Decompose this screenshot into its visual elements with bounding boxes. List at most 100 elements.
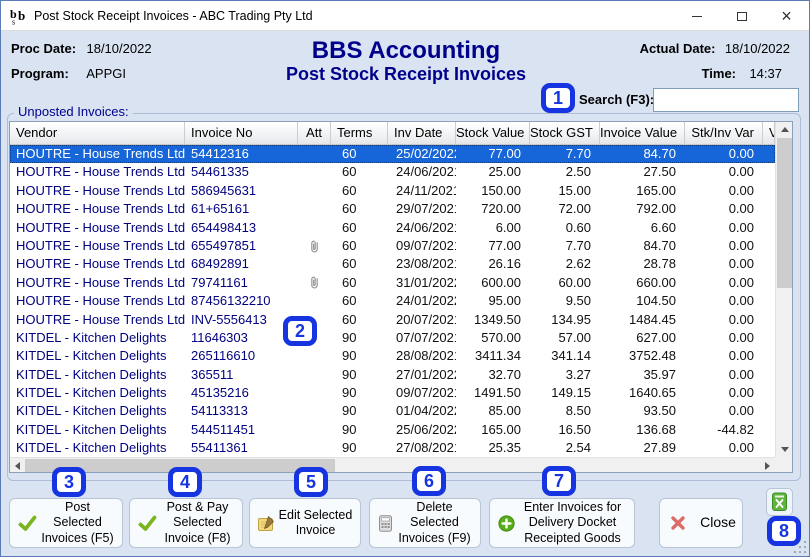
table-row[interactable]: HOUTRE - House Trends Ltd 654498413 60 24/0… <box>10 218 775 237</box>
vendor-cell: HOUTRE - House Trends Ltd <box>16 237 185 253</box>
table-row[interactable]: HOUTRE - House Trends Ltd 54412316 60 25/02… <box>10 145 775 164</box>
table-row[interactable]: KITDEL - Kitchen Delights 54113313 90 01/04… <box>10 402 775 421</box>
attachment-cell <box>298 163 331 181</box>
stock-value-cell: 26.16 <box>488 256 521 272</box>
attachment-cell <box>298 384 331 402</box>
column-header-invoice-value[interactable]: Invoice Value <box>600 122 685 145</box>
spacer-cell <box>763 292 775 310</box>
invoice-no-cell: 655497851 <box>191 237 257 253</box>
vendor-cell: KITDEL - Kitchen Delights <box>16 421 167 437</box>
stock-value-cell: 720.00 <box>481 201 521 217</box>
minimize-button[interactable] <box>674 1 719 31</box>
terms-cell: 60 <box>342 182 357 198</box>
table-row[interactable]: HOUTRE - House Trends Ltd 54461335 60 24/06… <box>10 163 775 182</box>
stock-value-cell: 6.00 <box>495 219 521 235</box>
stock-gst-cell: 72.00 <box>558 201 591 217</box>
stk-inv-var-cell: 0.00 <box>728 348 754 364</box>
stk-inv-var-cell: 0.00 <box>728 329 754 345</box>
column-header-terms[interactable]: Terms <box>331 122 388 145</box>
column-header-stock-value[interactable]: Stock Value <box>456 122 530 145</box>
export-excel-button[interactable] <box>766 488 793 516</box>
terms-cell: 90 <box>342 348 357 364</box>
column-header-invoice-no[interactable]: Invoice No <box>185 122 298 145</box>
spacer-cell <box>763 255 775 273</box>
app-title: BBS Accounting <box>311 37 501 64</box>
post-selected-invoices-button[interactable]: Post Selected Invoices (F5) <box>9 498 123 548</box>
table-row[interactable]: HOUTRE - House Trends Ltd INV-5556413 60 20… <box>10 310 775 329</box>
stock-gst-cell: 0.60 <box>565 219 591 235</box>
stock-gst-cell: 9.50 <box>565 293 591 309</box>
stk-inv-var-cell: 0.00 <box>728 403 754 419</box>
table-row[interactable]: KITDEL - Kitchen Delights 544511451 90 25/0… <box>10 420 775 440</box>
maximize-button[interactable] <box>719 1 764 31</box>
invoice-no-cell: 544511451 <box>191 421 256 437</box>
inv-date-cell: 09/07/2021 <box>396 385 456 401</box>
inv-date-cell: 24/11/2021 <box>396 182 456 198</box>
invoice-no-cell: 61+65161 <box>191 201 250 217</box>
inv-date-cell: 28/08/2021 <box>396 348 456 364</box>
table-row[interactable]: KITDEL - Kitchen Delights 45135216 90 09/07… <box>10 384 775 403</box>
program-label: Program: <box>11 66 69 81</box>
table-row[interactable]: HOUTRE - House Trends Ltd 61+65161 60 29/07… <box>10 200 775 219</box>
invoice-value-cell: 165.00 <box>636 182 676 198</box>
edit-selected-invoice-button[interactable]: Edit Selected Invoice <box>249 498 361 548</box>
scroll-up-button[interactable] <box>776 122 792 137</box>
enter-invoices-delivery-docket-button[interactable]: Enter Invoices for Delivery Docket Receipt… <box>489 498 635 548</box>
invoice-value-cell: 35.97 <box>643 366 676 382</box>
inv-date-cell: 31/01/2022 <box>396 274 456 290</box>
table-row[interactable]: HOUTRE - House Trends Ltd 79741161 60 31/01… <box>10 273 775 293</box>
close-button[interactable]: Close <box>659 498 743 548</box>
excel-icon <box>772 492 787 511</box>
table-row[interactable]: KITDEL - Kitchen Delights 11646303 90 07/07… <box>10 328 775 348</box>
table-row[interactable]: HOUTRE - House Trends Ltd 586945631 60 24/1… <box>10 181 775 201</box>
inv-date-cell: 24/01/2022 <box>396 293 456 309</box>
stock-value-cell: 95.00 <box>488 293 521 309</box>
vertical-scrollbar[interactable] <box>775 122 792 457</box>
table-row[interactable]: HOUTRE - House Trends Ltd 87456132210 60 24… <box>10 292 775 311</box>
spacer-cell <box>763 347 775 365</box>
close-window-button[interactable]: × <box>764 1 809 31</box>
scroll-down-button[interactable] <box>776 442 792 457</box>
column-header-inv-date[interactable]: Inv Date <box>388 122 456 145</box>
table-body: HOUTRE - House Trends Ltd 54412316 60 25/02… <box>10 145 775 457</box>
table-row[interactable]: HOUTRE - House Trends Ltd 68492891 60 23/08… <box>10 255 775 274</box>
column-header-att[interactable]: Att <box>298 122 331 145</box>
table-row[interactable]: KITDEL - Kitchen Delights 365511 90 27/01/2… <box>10 365 775 385</box>
vendor-cell: KITDEL - Kitchen Delights <box>16 366 167 382</box>
invoice-value-cell: 1484.45 <box>629 311 676 327</box>
paperclip-icon <box>311 277 318 289</box>
annotation-badge-4: 4 <box>168 467 202 497</box>
terms-cell: 90 <box>342 421 357 437</box>
inv-date-cell: 25/02/2022 <box>396 146 456 161</box>
delete-selected-invoices-button[interactable]: Delete Selected Invoices (F9) <box>369 498 481 548</box>
search-input[interactable] <box>653 88 799 112</box>
vertical-scroll-thumb[interactable] <box>777 138 792 288</box>
invoice-value-cell: 1640.65 <box>629 385 676 401</box>
scrollbar-corner <box>775 457 792 472</box>
column-header-vendor[interactable]: Vendor <box>10 122 185 145</box>
table-row[interactable]: KITDEL - Kitchen Delights 265116610 90 28/0… <box>10 347 775 366</box>
spacer-cell <box>763 163 775 181</box>
invoice-no-cell: 365511 <box>191 366 234 382</box>
column-header-stock-gst[interactable]: Stock GST <box>530 122 600 145</box>
svg-text:s: s <box>12 17 15 25</box>
column-header-va[interactable]: Va <box>763 122 775 145</box>
inv-date-cell: 27/01/2022 <box>396 366 456 382</box>
scroll-right-button[interactable] <box>760 458 775 472</box>
stock-gst-cell: 341.14 <box>551 348 591 364</box>
table-row[interactable]: KITDEL - Kitchen Delights 55411361 90 27/08… <box>10 439 775 457</box>
horizontal-scrollbar[interactable] <box>10 457 775 472</box>
stock-gst-cell: 2.62 <box>565 256 591 272</box>
invoice-value-cell: 6.60 <box>650 219 676 235</box>
post-pay-selected-invoice-button[interactable]: Post & Pay Selected Invoice (F8) <box>129 498 243 548</box>
invoice-value-cell: 84.70 <box>643 146 676 161</box>
vendor-cell: HOUTRE - House Trends Ltd <box>16 146 185 161</box>
annotation-badge-3: 3 <box>52 467 86 497</box>
attachment-cell <box>298 366 331 384</box>
scroll-left-button[interactable] <box>10 458 25 472</box>
stock-value-cell: 77.00 <box>488 146 521 161</box>
close-icon <box>670 515 686 531</box>
column-header-stk-inv-var[interactable]: Stk/Inv Var <box>685 122 763 145</box>
program-value: APPGI <box>86 66 126 81</box>
table-row[interactable]: HOUTRE - House Trends Ltd 655497851 60 09/0… <box>10 236 775 256</box>
